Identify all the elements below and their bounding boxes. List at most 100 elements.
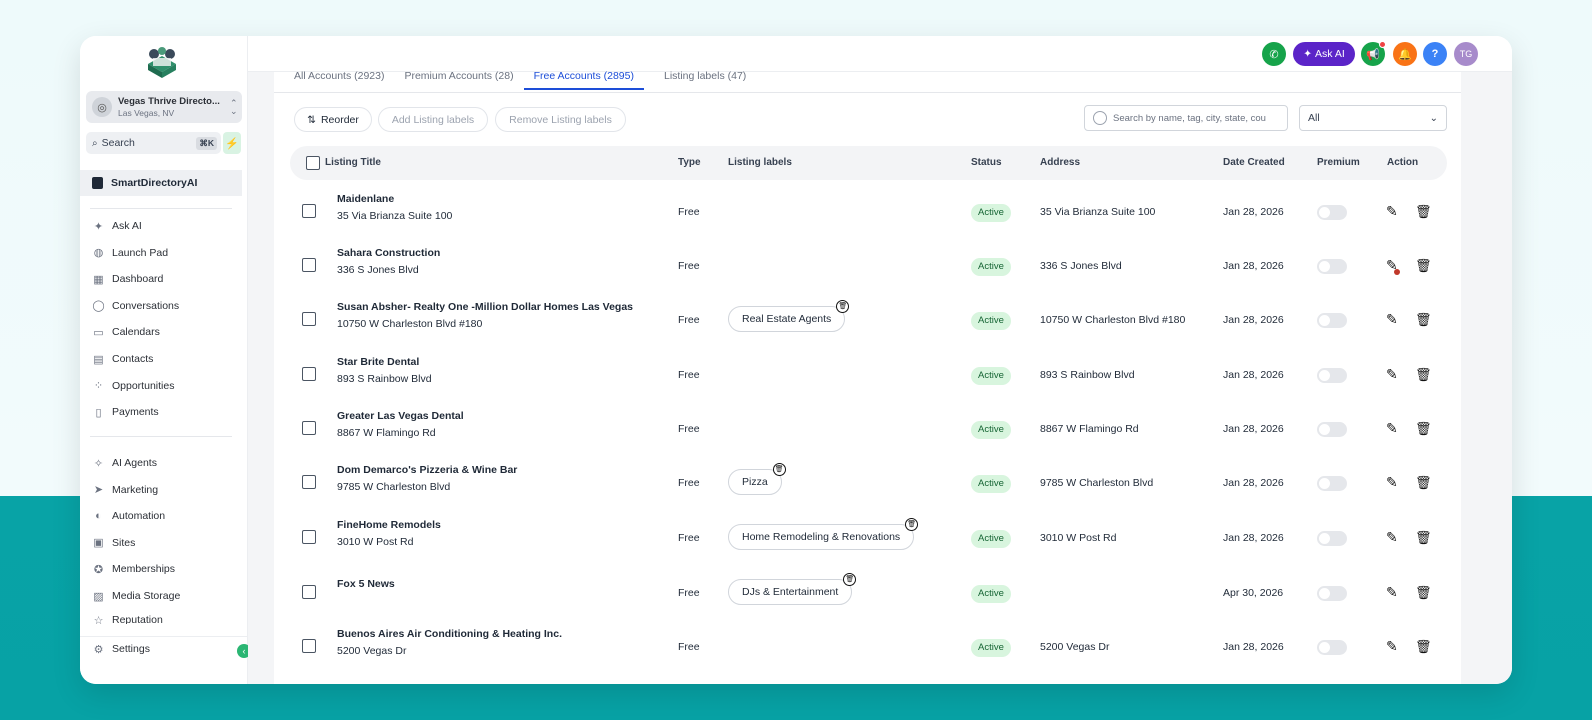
listing-title[interactable]: Maidenlane	[337, 193, 394, 205]
sidebar-item-ai-agents[interactable]: ✧ AI Agents	[92, 454, 157, 472]
listing-title[interactable]: Buenos Aires Air Conditioning & Heating …	[337, 628, 562, 640]
filter-select[interactable]: All ⌄	[1299, 105, 1447, 131]
tab-free-accounts[interactable]: Free Accounts (2895)	[523, 71, 644, 90]
listing-title[interactable]: FineHome Remodels	[337, 519, 441, 531]
trash-icon[interactable]: 🗑	[843, 573, 857, 586]
trash-icon[interactable]: 🗑	[836, 300, 850, 313]
listing-label-chip[interactable]: Pizza 🗑	[728, 463, 786, 495]
reorder-button[interactable]: ⇅ Reorder	[294, 107, 372, 132]
trash-icon[interactable]: 🗑	[1415, 258, 1432, 274]
sidebar-item-automation[interactable]: ◐ Automation	[92, 507, 165, 525]
header-listing-labels[interactable]: Listing labels	[728, 157, 792, 168]
row-checkbox[interactable]	[302, 258, 316, 272]
premium-toggle[interactable]	[1317, 476, 1347, 491]
quick-action-bolt-icon[interactable]: ⚡	[223, 132, 241, 154]
sidebar-item-marketing[interactable]: ➤ Marketing	[92, 481, 158, 499]
trash-icon[interactable]: 🗑	[1415, 530, 1432, 546]
listing-label-chip[interactable]: Home Remodeling & Renovations 🗑	[728, 518, 919, 550]
sidebar-item-reputation[interactable]: ☆ Reputation	[92, 614, 163, 624]
sidebar-item-payments[interactable]: ▯ Payments	[92, 403, 158, 421]
row-checkbox[interactable]	[302, 585, 316, 599]
table-row[interactable]: Dom Demarco's Pizzeria & Wine Bar 9785 W …	[274, 457, 1461, 511]
header-date-created[interactable]: Date Created	[1223, 157, 1285, 168]
listing-title[interactable]: Star Brite Dental	[337, 356, 419, 368]
pencil-icon[interactable]: ✎	[1386, 203, 1398, 220]
table-row[interactable]: Buenos Aires Air Conditioning & Heating …	[274, 621, 1461, 675]
row-checkbox[interactable]	[302, 367, 316, 381]
table-row[interactable]: Star Brite Dental 893 S Rainbow Blvd Free A…	[274, 349, 1461, 403]
pencil-icon[interactable]: ✎	[1386, 638, 1398, 655]
header-listing-title[interactable]: Listing Title	[325, 157, 381, 168]
premium-toggle[interactable]	[1317, 422, 1347, 437]
remove-listing-labels-button[interactable]: Remove Listing labels	[495, 107, 626, 132]
bell-icon[interactable]: 🔔	[1393, 42, 1417, 66]
pencil-icon[interactable]: ✎	[1386, 529, 1398, 546]
trash-icon[interactable]: 🗑	[1415, 367, 1432, 383]
premium-toggle[interactable]	[1317, 586, 1347, 601]
premium-toggle[interactable]	[1317, 259, 1347, 274]
help-button[interactable]: ?	[1423, 42, 1447, 66]
row-checkbox[interactable]	[302, 312, 316, 326]
row-checkbox[interactable]	[302, 530, 316, 544]
ask-ai-button[interactable]: ✦ Ask AI	[1293, 42, 1355, 66]
sidebar-item-smartdirectoryai[interactable]: SmartDirectoryAI	[80, 170, 242, 196]
sidebar-item-dashboard[interactable]: ▦ Dashboard	[92, 270, 163, 288]
sidebar-item-ask-ai[interactable]: ✦ Ask AI	[92, 217, 142, 235]
trash-icon[interactable]: 🗑	[1415, 421, 1432, 437]
trash-icon[interactable]: 🗑	[1415, 585, 1432, 601]
trash-icon[interactable]: 🗑	[772, 463, 786, 476]
table-row[interactable]: Greater Las Vegas Dental 8867 W Flamingo …	[274, 403, 1461, 457]
listing-title[interactable]: Susan Absher- Realty One -Million Dollar…	[337, 301, 633, 313]
header-type[interactable]: Type	[678, 157, 701, 168]
listing-title[interactable]: Greater Las Vegas Dental	[337, 410, 464, 422]
premium-toggle[interactable]	[1317, 531, 1347, 546]
trash-icon[interactable]: 🗑	[1415, 312, 1432, 328]
listing-title[interactable]: Sahara Construction	[337, 247, 440, 259]
table-row[interactable]: FineHome Remodels 3010 W Post Rd Free Home …	[274, 512, 1461, 566]
sidebar-item-media-storage[interactable]: ▨ Media Storage	[92, 587, 180, 605]
pencil-icon[interactable]: ✎	[1386, 584, 1398, 601]
listing-title[interactable]: Dom Demarco's Pizzeria & Wine Bar	[337, 464, 517, 476]
trash-icon[interactable]: 🗑	[905, 518, 919, 531]
header-status[interactable]: Status	[971, 157, 1002, 168]
sidebar-item-sites[interactable]: ▣ Sites	[92, 534, 135, 552]
premium-toggle[interactable]	[1317, 640, 1347, 655]
tab-all-accounts[interactable]: All Accounts (2923)	[294, 71, 384, 90]
listing-label-chip[interactable]: Real Estate Agents 🗑	[728, 300, 850, 332]
pencil-icon[interactable]: ✎	[1386, 420, 1398, 437]
row-checkbox[interactable]	[302, 421, 316, 435]
location-switcher[interactable]: ◎ Vegas Thrive Directo... Las Vegas, NV …	[86, 91, 242, 123]
megaphone-icon[interactable]: 📢	[1361, 41, 1386, 66]
table-row[interactable]: Fox 5 News Free DJs & Entertainment 🗑 Active…	[274, 567, 1461, 621]
trash-icon[interactable]: 🗑	[1415, 204, 1432, 220]
sidebar-item-conversations[interactable]: ◯ Conversations	[92, 297, 179, 315]
table-row[interactable]: Maidenlane 35 Via Brianza Suite 100 Free Ac…	[274, 186, 1461, 240]
header-address[interactable]: Address	[1040, 157, 1080, 168]
tab-premium-accounts[interactable]: Premium Accounts (28)	[404, 71, 513, 90]
premium-toggle[interactable]	[1317, 313, 1347, 328]
header-premium[interactable]: Premium	[1317, 157, 1360, 168]
sidebar-item-contacts[interactable]: ▤ Contacts	[92, 350, 153, 368]
sidebar-item-opportunities[interactable]: ⁘ Opportunities	[92, 377, 175, 395]
sidebar-item-launch-pad[interactable]: ◍ Launch Pad	[92, 244, 168, 262]
row-checkbox[interactable]	[302, 204, 316, 218]
app-logo[interactable]	[144, 46, 180, 80]
row-checkbox[interactable]	[302, 639, 316, 653]
table-row[interactable]: Sahara Construction 336 S Jones Blvd Free A…	[274, 240, 1461, 294]
sidebar-item-calendars[interactable]: ▭ Calendars	[92, 323, 160, 341]
sidebar-item-memberships[interactable]: ✪ Memberships	[92, 560, 175, 578]
tab-listing-labels[interactable]: Listing labels (47)	[664, 71, 746, 90]
select-all-checkbox[interactable]	[306, 156, 320, 170]
user-avatar[interactable]: TG	[1454, 42, 1478, 66]
trash-icon[interactable]: 🗑	[1415, 639, 1432, 655]
row-checkbox[interactable]	[302, 475, 316, 489]
pencil-icon[interactable]: ✎	[1386, 474, 1398, 491]
pencil-icon[interactable]: ✎	[1386, 311, 1398, 328]
trash-icon[interactable]: 🗑	[1415, 475, 1432, 491]
listing-label-chip[interactable]: DJs & Entertainment 🗑	[728, 573, 857, 605]
table-row[interactable]: Susan Absher- Realty One -Million Dollar…	[274, 294, 1461, 348]
add-listing-labels-button[interactable]: Add Listing labels	[378, 107, 488, 132]
pencil-icon[interactable]: ✎	[1386, 366, 1398, 383]
sidebar-item-settings[interactable]: ⚙ Settings	[92, 640, 150, 658]
premium-toggle[interactable]	[1317, 205, 1347, 220]
